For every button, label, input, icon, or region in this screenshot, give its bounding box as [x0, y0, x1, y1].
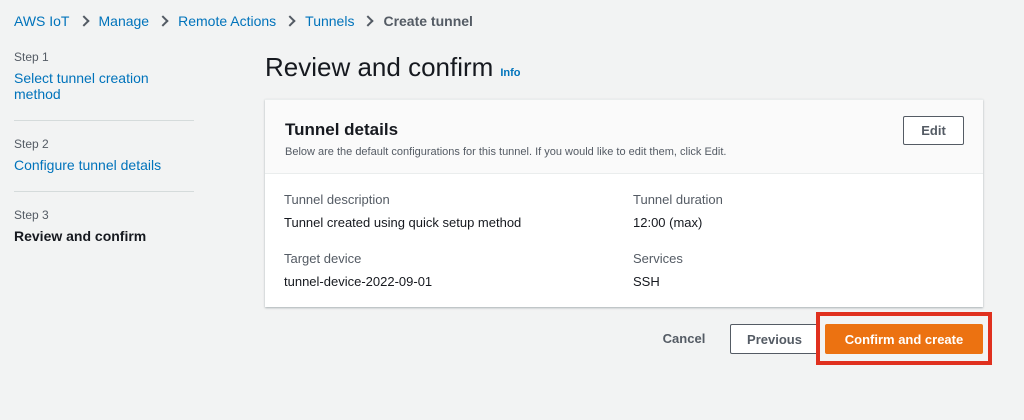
step-number: Step 2 — [14, 137, 49, 151]
edit-button[interactable]: Edit — [903, 116, 964, 145]
step-2: Step 2 Configure tunnel details — [14, 120, 194, 191]
page: AWS IoT Manage Remote Actions Tunnels Cr… — [0, 0, 1024, 420]
field-services: Services SSH — [633, 251, 683, 289]
title-row: Review and confirm Info — [265, 52, 520, 83]
field-value: 12:00 (max) — [633, 215, 703, 230]
confirm-and-create-button[interactable]: Confirm and create — [825, 324, 983, 354]
step-2-link[interactable]: Configure tunnel details — [14, 157, 194, 173]
panel-body: Tunnel description Tunnel created using … — [265, 174, 983, 307]
field-tunnel-description: Tunnel description Tunnel created using … — [284, 192, 521, 230]
breadcrumb-aws-iot[interactable]: AWS IoT — [14, 13, 70, 29]
field-tunnel-duration: Tunnel duration 12:00 (max) — [633, 192, 723, 230]
info-link[interactable]: Info — [500, 67, 520, 79]
chevron-right-icon — [77, 15, 90, 27]
previous-button[interactable]: Previous — [730, 324, 819, 354]
field-value: SSH — [633, 274, 660, 289]
field-target-device: Target device tunnel-device-2022-09-01 — [284, 251, 432, 289]
breadcrumb-tunnels[interactable]: Tunnels — [305, 13, 354, 29]
step-number: Step 3 — [14, 208, 49, 222]
field-value: tunnel-device-2022-09-01 — [284, 274, 433, 289]
step-1-link[interactable]: Select tunnel creation method — [14, 70, 194, 102]
field-label: Tunnel description — [284, 192, 390, 207]
breadcrumb-current: Create tunnel — [383, 13, 473, 29]
step-1: Step 1 Select tunnel creation method — [14, 50, 194, 120]
breadcrumb: AWS IoT Manage Remote Actions Tunnels Cr… — [14, 13, 473, 29]
chevron-right-icon — [362, 15, 375, 27]
cancel-button[interactable]: Cancel — [650, 324, 718, 353]
panel-description: Below are the default configurations for… — [285, 146, 727, 158]
field-label: Services — [633, 251, 683, 266]
panel-title: Tunnel details — [285, 120, 399, 139]
wizard-steps: Step 1 Select tunnel creation method Ste… — [14, 50, 194, 262]
step-number: Step 1 — [14, 50, 49, 64]
step-3: Step 3 Review and confirm — [14, 191, 194, 262]
chevron-right-icon — [157, 15, 169, 27]
page-title: Review and confirm — [265, 52, 494, 82]
field-label: Tunnel duration — [633, 192, 723, 207]
breadcrumb-manage[interactable]: Manage — [99, 13, 150, 29]
tunnel-details-panel: Tunnel details Below are the default con… — [265, 99, 983, 307]
field-label: Target device — [284, 251, 362, 266]
chevron-right-icon — [284, 15, 296, 27]
field-value: Tunnel created using quick setup method — [284, 215, 522, 230]
step-3-current: Review and confirm — [14, 228, 147, 244]
panel-header: Tunnel details Below are the default con… — [265, 100, 983, 174]
breadcrumb-remote-actions[interactable]: Remote Actions — [178, 13, 276, 29]
